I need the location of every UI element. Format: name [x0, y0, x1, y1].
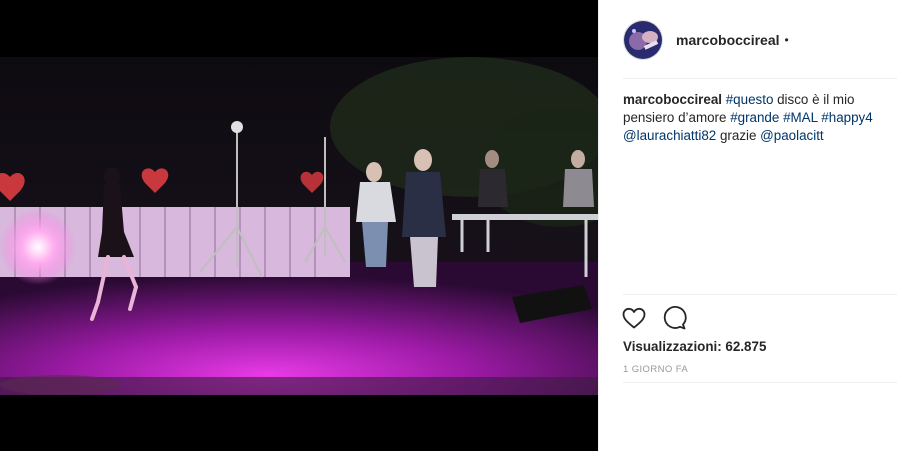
video-frame: [0, 57, 598, 395]
comment-icon: [663, 306, 687, 330]
post-timestamp[interactable]: 1 GIORNO FA: [623, 364, 688, 375]
hashtag-questo[interactable]: #questo: [726, 92, 774, 107]
like-button[interactable]: [621, 305, 647, 331]
follow-dot: •: [784, 32, 789, 47]
post-caption: marcoboccireal #questo disco è il mio pe…: [623, 91, 891, 145]
mention-paolacitt[interactable]: @paolacitt: [760, 128, 823, 143]
post-media: [0, 0, 598, 451]
post-actions: [621, 303, 701, 333]
avatar-image: [624, 20, 662, 59]
comment-button[interactable]: [661, 305, 687, 331]
mention-laurachiatti82[interactable]: @laurachiatti82: [623, 128, 716, 143]
heart-icon: [622, 307, 646, 329]
hashtag-mal[interactable]: #MAL: [783, 110, 817, 125]
post-side-panel: marcoboccireal • marcoboccireal #questo …: [598, 0, 897, 451]
post-header: marcoboccireal •: [599, 0, 897, 79]
username-link[interactable]: marcoboccireal: [676, 32, 780, 48]
header-divider: [623, 78, 897, 79]
caption-author-link[interactable]: marcoboccireal: [623, 92, 722, 107]
video-player[interactable]: [0, 57, 598, 395]
views-count: Visualizzazioni: 62.875: [623, 339, 767, 354]
avatar[interactable]: [623, 19, 663, 60]
actions-divider: [623, 294, 897, 295]
caption-text-2: grazie: [716, 128, 761, 143]
hashtag-happy4[interactable]: #happy4: [821, 110, 872, 125]
bottom-divider: [623, 382, 897, 383]
hashtag-grande[interactable]: #grande: [730, 110, 779, 125]
